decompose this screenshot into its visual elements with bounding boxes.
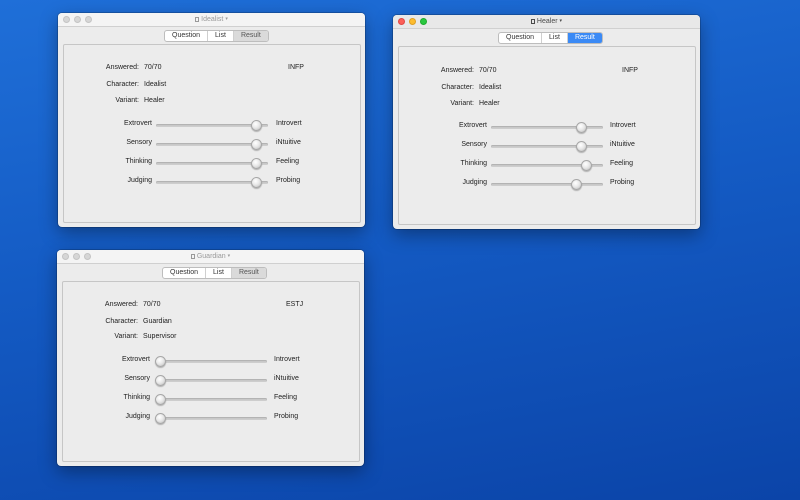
preference-slider[interactable] bbox=[491, 122, 603, 133]
slider-left-label: Thinking bbox=[125, 158, 152, 165]
window-healer[interactable]: Healer ▾ Question List Result Answered: 7… bbox=[393, 15, 700, 229]
personality-type: INFP bbox=[288, 64, 304, 71]
window-title: Idealist ▾ bbox=[58, 13, 365, 26]
document-icon bbox=[195, 17, 200, 22]
result-panel: Answered: 70/70 INFP Character: Idealist… bbox=[63, 44, 361, 223]
variant-label: Variant: bbox=[115, 97, 139, 104]
slider-right-label: Introvert bbox=[276, 120, 302, 127]
answered-label: Answered: bbox=[440, 67, 474, 74]
slider-knob[interactable] bbox=[155, 356, 166, 367]
preference-slider[interactable] bbox=[156, 177, 268, 188]
slider-left-label: Sensory bbox=[126, 139, 152, 146]
preference-slider[interactable] bbox=[155, 375, 267, 386]
title-bar[interactable]: Guardian ▾ bbox=[57, 250, 364, 264]
tab-list[interactable]: List bbox=[206, 268, 232, 278]
result-panel: Answered: 70/70 INFP Character: Idealist… bbox=[398, 46, 696, 225]
window-title: Guardian ▾ bbox=[57, 250, 364, 263]
chevron-down-icon: ▾ bbox=[225, 16, 228, 22]
slider-knob[interactable] bbox=[251, 139, 262, 150]
variant-value: Supervisor bbox=[143, 333, 177, 340]
variant-label: Variant: bbox=[450, 100, 474, 107]
preference-slider[interactable] bbox=[155, 356, 267, 367]
slider-right-label: iNtuitive bbox=[276, 139, 301, 146]
window-guardian[interactable]: Guardian ▾ Question List Result Answered:… bbox=[57, 250, 364, 466]
slider-right-label: Probing bbox=[276, 177, 301, 184]
slider-knob[interactable] bbox=[155, 375, 166, 386]
slider-right-label: Feeling bbox=[274, 394, 297, 401]
preference-slider[interactable] bbox=[155, 394, 267, 405]
view-segmented-control[interactable]: Question List Result bbox=[162, 267, 267, 279]
character-label: Character: bbox=[106, 81, 139, 88]
preference-slider[interactable] bbox=[491, 160, 603, 171]
variant-value: Healer bbox=[144, 97, 165, 104]
slider-right-label: iNtuitive bbox=[274, 375, 299, 382]
slider-right-label: Feeling bbox=[610, 160, 633, 167]
preference-slider[interactable] bbox=[491, 179, 603, 190]
slider-left-label: Sensory bbox=[461, 141, 487, 148]
tab-result[interactable]: Result bbox=[231, 268, 266, 278]
preference-slider[interactable] bbox=[155, 413, 267, 424]
tab-question[interactable]: Question bbox=[163, 268, 207, 278]
tab-result[interactable]: Result bbox=[567, 33, 602, 43]
title-bar[interactable]: Idealist ▾ bbox=[58, 13, 365, 27]
slider-knob[interactable] bbox=[576, 122, 587, 133]
view-segmented-control[interactable]: Question List Result bbox=[164, 30, 269, 42]
tab-list[interactable]: List bbox=[542, 33, 568, 43]
answered-value: 70/70 bbox=[479, 67, 497, 74]
slider-right-label: Feeling bbox=[276, 158, 299, 165]
slider-left-label: Judging bbox=[127, 177, 152, 184]
slider-left-label: Extrovert bbox=[121, 356, 150, 363]
slider-left-label: Sensory bbox=[124, 375, 150, 382]
document-icon bbox=[190, 254, 195, 259]
personality-type: ESTJ bbox=[286, 301, 304, 308]
slider-knob[interactable] bbox=[155, 413, 166, 424]
personality-type: INFP bbox=[622, 67, 638, 74]
character-label: Character: bbox=[105, 318, 138, 325]
slider-left-label: Judging bbox=[462, 179, 487, 186]
title-bar[interactable]: Healer ▾ bbox=[393, 15, 700, 29]
slider-left-label: Thinking bbox=[460, 160, 487, 167]
window-title: Healer ▾ bbox=[393, 15, 700, 28]
character-value: Idealist bbox=[144, 81, 167, 88]
slider-right-label: Introvert bbox=[610, 122, 636, 129]
slider-knob[interactable] bbox=[251, 177, 262, 188]
variant-value: Healer bbox=[479, 100, 500, 107]
chevron-down-icon: ▾ bbox=[227, 253, 231, 259]
slider-left-label: Extrovert bbox=[123, 120, 152, 127]
slider-left-label: Judging bbox=[125, 413, 150, 420]
view-segmented-control[interactable]: Question List Result bbox=[498, 32, 603, 44]
tab-list[interactable]: List bbox=[208, 31, 234, 41]
slider-knob[interactable] bbox=[155, 394, 166, 405]
preference-slider[interactable] bbox=[156, 120, 268, 131]
slider-right-label: Introvert bbox=[274, 356, 300, 363]
slider-right-label: iNtuitive bbox=[610, 141, 635, 148]
slider-knob[interactable] bbox=[251, 158, 262, 169]
tab-result[interactable]: Result bbox=[233, 31, 268, 41]
variant-label: Variant: bbox=[114, 333, 138, 340]
chevron-down-icon: ▾ bbox=[559, 18, 563, 24]
result-panel: Answered: 70/70 ESTJ Character: Guardian… bbox=[62, 281, 360, 462]
tab-question[interactable]: Question bbox=[165, 31, 209, 41]
character-label: Character: bbox=[441, 84, 474, 91]
slider-knob[interactable] bbox=[576, 141, 587, 152]
tab-question[interactable]: Question bbox=[499, 33, 543, 43]
preference-slider[interactable] bbox=[156, 158, 268, 169]
preference-slider[interactable] bbox=[491, 141, 603, 152]
slider-right-label: Probing bbox=[274, 413, 299, 420]
slider-left-label: Thinking bbox=[123, 394, 150, 401]
preference-slider[interactable] bbox=[156, 139, 268, 150]
window-idealist[interactable]: Idealist ▾ Question List Result Answered:… bbox=[58, 13, 365, 227]
character-value: Guardian bbox=[143, 318, 172, 325]
slider-knob[interactable] bbox=[581, 160, 592, 171]
answered-label: Answered: bbox=[105, 64, 139, 71]
slider-left-label: Extrovert bbox=[458, 122, 487, 129]
document-icon bbox=[530, 19, 535, 24]
answered-value: 70/70 bbox=[144, 64, 162, 71]
slider-right-label: Probing bbox=[610, 179, 635, 186]
slider-knob[interactable] bbox=[571, 179, 582, 190]
answered-label: Answered: bbox=[104, 301, 138, 308]
character-value: Idealist bbox=[479, 84, 502, 91]
answered-value: 70/70 bbox=[143, 301, 161, 308]
slider-knob[interactable] bbox=[251, 120, 262, 131]
